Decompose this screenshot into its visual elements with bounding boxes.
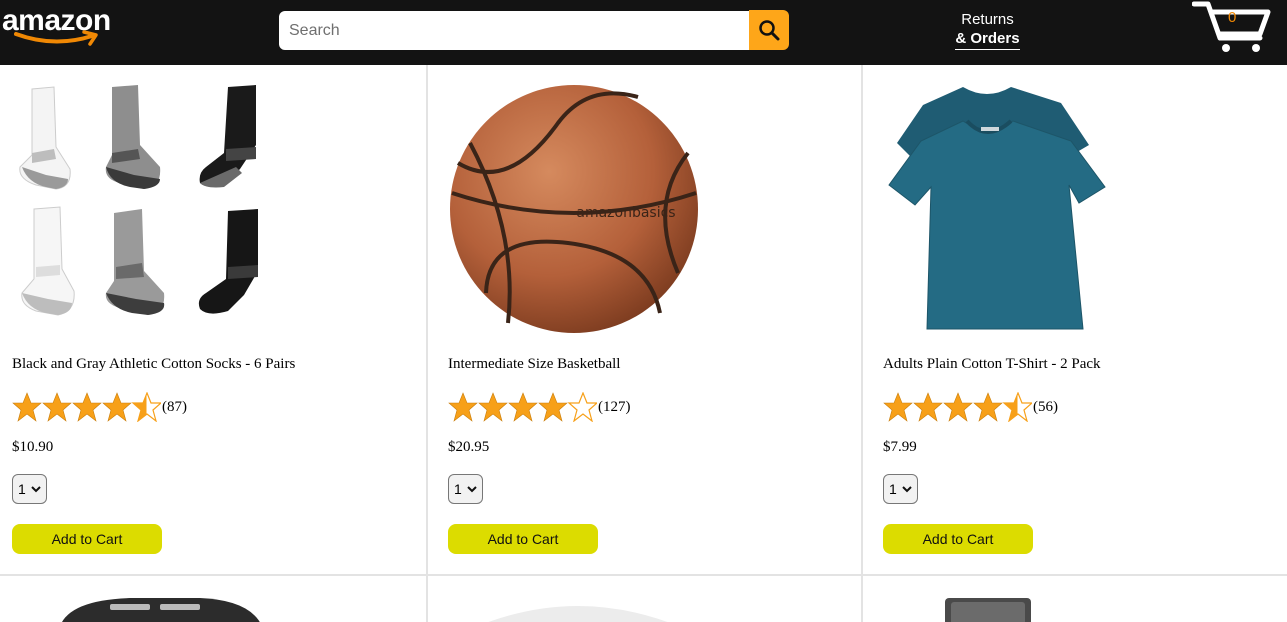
product-card: Black and Gray Athletic Cotton Socks - 6…	[0, 65, 428, 576]
socks-image[interactable]	[10, 83, 264, 335]
toaster-image[interactable]	[50, 596, 270, 622]
smile-arrow-icon	[14, 30, 98, 46]
rating-count[interactable]: (56)	[1033, 399, 1058, 416]
product-rating: (87)	[12, 392, 187, 422]
chevron-down-icon	[467, 486, 477, 493]
product-card	[0, 576, 428, 622]
returns-orders-link[interactable]: Returns & Orders	[940, 10, 1035, 50]
top-nav-bar: amazon Returns & Orders 0	[0, 0, 1287, 65]
search-input[interactable]	[279, 11, 750, 50]
add-to-cart-button[interactable]: Add to Cart	[12, 524, 162, 554]
returns-label: Returns	[961, 11, 1014, 28]
quantity-value: 1	[889, 481, 897, 497]
search-button[interactable]	[749, 10, 789, 50]
basketball-image[interactable]: amazonbasics	[448, 83, 700, 335]
chevron-down-icon	[31, 486, 41, 493]
rating-count[interactable]: (127)	[598, 399, 631, 416]
product-card	[863, 576, 1287, 622]
rating-count[interactable]: (87)	[162, 399, 187, 416]
product-name[interactable]: Intermediate Size Basketball	[448, 356, 620, 373]
quantity-select[interactable]: 1	[12, 474, 47, 504]
quantity-select[interactable]: 1	[883, 474, 918, 504]
product-price: $20.95	[448, 439, 490, 455]
add-to-cart-button[interactable]: Add to Cart	[883, 524, 1033, 554]
rating-stars-icon	[12, 392, 161, 422]
rating-stars-icon	[448, 392, 597, 422]
search-icon	[759, 20, 780, 41]
cart-button[interactable]: 0	[1191, 0, 1272, 60]
pan-image[interactable]	[943, 596, 1033, 622]
product-name[interactable]: Black and Gray Athletic Cotton Socks - 6…	[12, 356, 295, 373]
product-price: $10.90	[12, 439, 54, 455]
orders-label: & Orders	[955, 29, 1020, 50]
product-card	[428, 576, 863, 622]
quantity-select[interactable]: 1	[448, 474, 483, 504]
product-card: Adults Plain Cotton T-Shirt - 2 Pack (56…	[863, 65, 1287, 576]
product-name[interactable]: Adults Plain Cotton T-Shirt - 2 Pack	[883, 356, 1101, 373]
product-price: $7.99	[883, 439, 917, 455]
quantity-value: 1	[454, 481, 462, 497]
rating-stars-icon	[883, 392, 1032, 422]
product-card: amazonbasics Intermediate Size Basketbal…	[428, 65, 863, 576]
product-rating: (56)	[883, 392, 1058, 422]
basketball-brand-text: amazonbasics	[576, 205, 675, 221]
tshirt-image[interactable]	[883, 83, 1135, 335]
cart-count: 0	[1228, 9, 1237, 26]
product-rating: (127)	[448, 392, 631, 422]
add-to-cart-button[interactable]: Add to Cart	[448, 524, 598, 554]
quantity-value: 1	[18, 481, 26, 497]
amazon-logo[interactable]: amazon	[2, 6, 124, 48]
chevron-down-icon	[902, 486, 912, 493]
plate-image[interactable]	[468, 596, 688, 622]
